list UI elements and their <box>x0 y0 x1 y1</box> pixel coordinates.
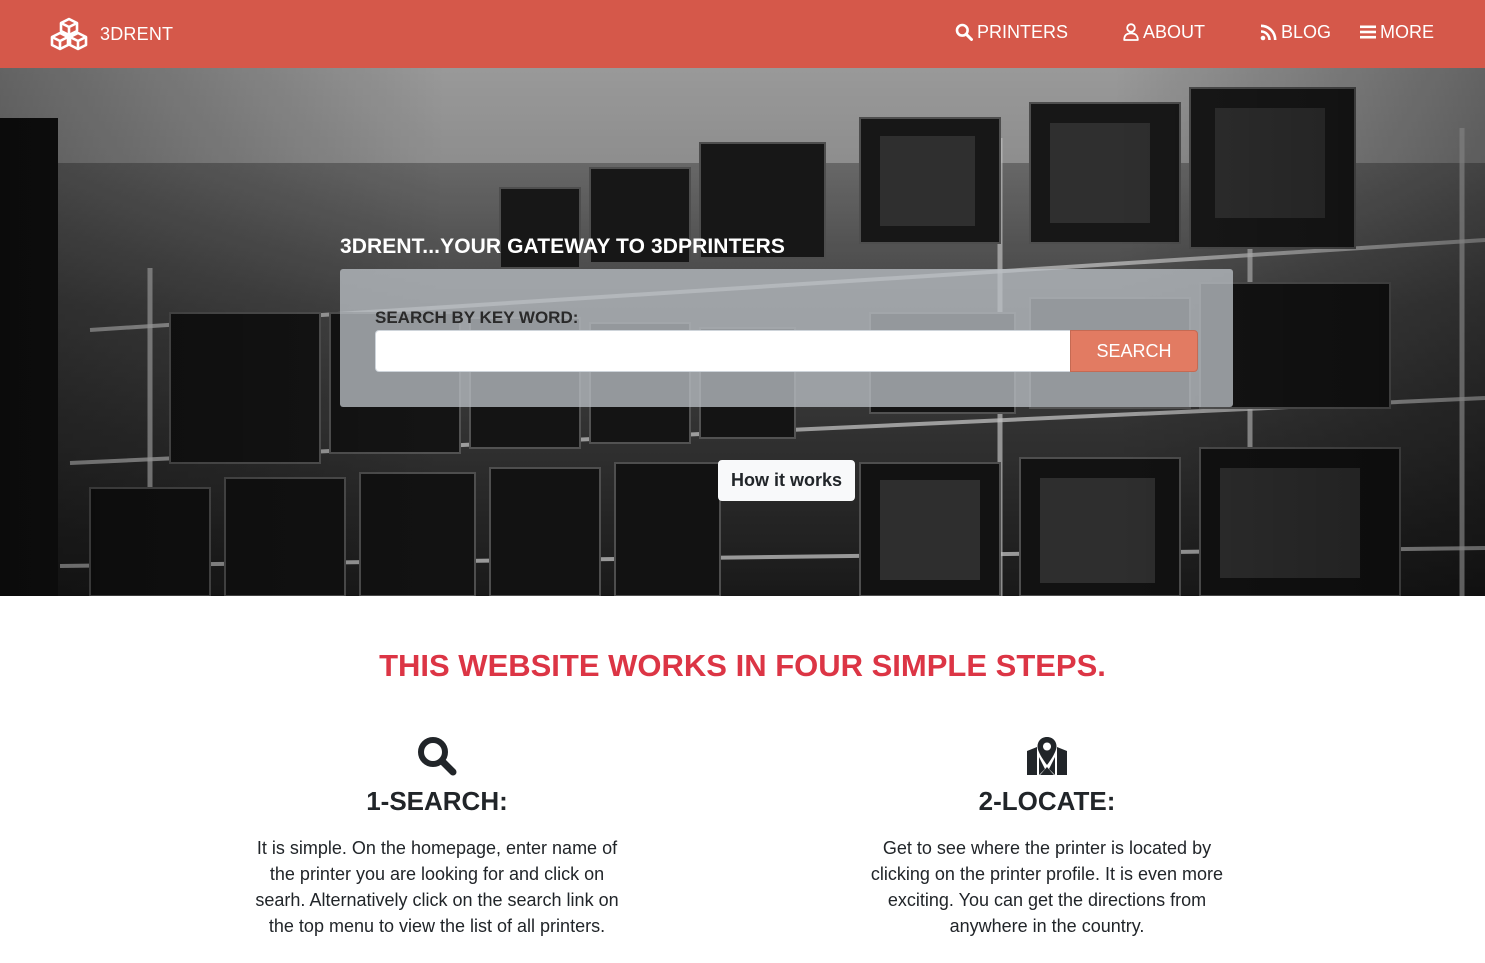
brand-link[interactable]: 3DRENT <box>50 14 173 54</box>
cubes-icon <box>50 17 88 51</box>
map-marker-icon <box>1027 737 1067 775</box>
search-button[interactable]: SEARCH <box>1070 330 1198 372</box>
rss-icon <box>1260 24 1277 40</box>
nav-blog[interactable]: BLOG <box>1260 21 1331 43</box>
step-text: Get to see where the printer is located … <box>870 838 1224 936</box>
hero-section: 3DRENT...YOUR GATEWAY TO 3DPRINTERS SEAR… <box>0 68 1485 596</box>
search-icon <box>955 23 973 41</box>
nav-blog-label: BLOG <box>1281 21 1332 42</box>
nav-printers[interactable]: PRINTERS <box>955 21 1068 43</box>
hero-title: 3DRENT...YOUR GATEWAY TO 3DPRINTERS <box>340 235 785 258</box>
nav-about[interactable]: ABOUT <box>1123 21 1205 43</box>
step-text: It is simple. On the homepage, enter nam… <box>255 838 619 936</box>
search-input[interactable] <box>375 330 1071 372</box>
step-title: 2-LOCATE: <box>978 786 1116 816</box>
step-locate: 2-LOCATE: Get to see where the printer i… <box>847 735 1247 939</box>
nav-more-label: MORE <box>1380 21 1434 42</box>
top-navbar: 3DRENT PRINTERS ABOUT BLOG MORE <box>0 0 1485 68</box>
nav-printers-label: PRINTERS <box>977 21 1069 42</box>
search-icon <box>418 737 457 776</box>
how-it-works-button[interactable]: How it works <box>718 460 855 501</box>
user-icon <box>1123 23 1139 41</box>
search-panel: SEARCH BY KEY WORD: SEARCH <box>340 269 1233 407</box>
nav-more[interactable]: MORE <box>1360 21 1434 43</box>
step-title: 1-SEARCH: <box>366 786 508 816</box>
search-label: SEARCH BY KEY WORD: <box>375 308 579 327</box>
bars-icon <box>1360 25 1376 39</box>
brand-name: 3DRENT <box>100 23 174 44</box>
nav-about-label: ABOUT <box>1143 21 1206 42</box>
steps-heading: THIS WEBSITE WORKS IN FOUR SIMPLE STEPS. <box>379 648 1106 683</box>
step-search: 1-SEARCH: It is simple. On the homepage,… <box>237 735 637 939</box>
